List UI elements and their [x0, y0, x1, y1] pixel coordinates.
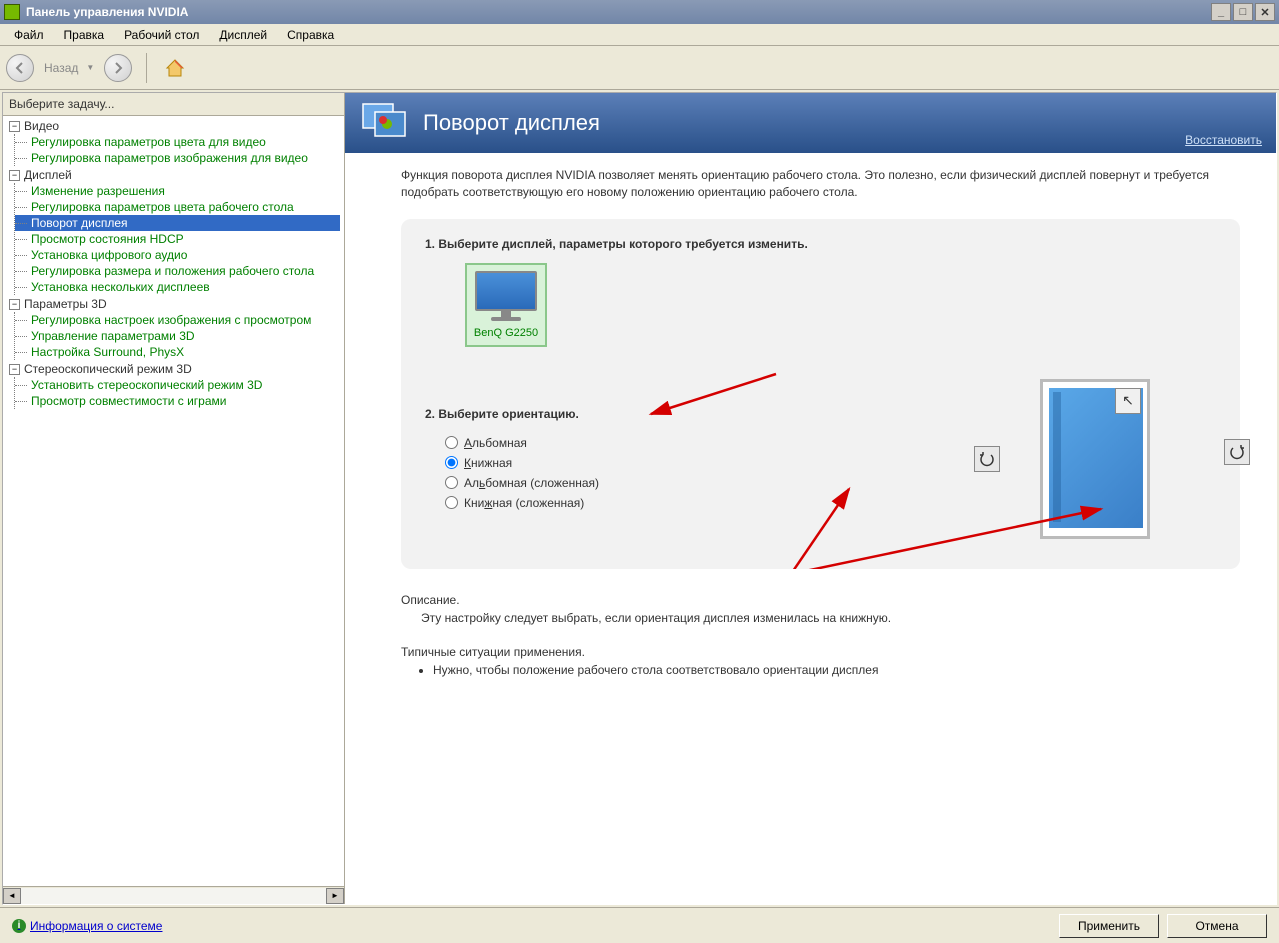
orientation-label: Альбомная — [464, 436, 527, 450]
window-title: Панель управления NVIDIA — [26, 5, 1211, 19]
tree-section-header[interactable]: −Стереоскопический режим 3D — [7, 361, 340, 377]
tree-section-title: Видео — [24, 119, 59, 133]
tree-collapse-icon[interactable]: − — [9, 170, 20, 181]
menu-edit[interactable]: Правка — [54, 25, 115, 45]
tree-item[interactable]: Установка нескольких дисплеев — [15, 279, 340, 295]
home-button[interactable] — [161, 54, 189, 82]
page-header: Поворот дисплея Восстановить — [345, 93, 1276, 153]
tree-section-header[interactable]: −Дисплей — [7, 167, 340, 183]
page-title: Поворот дисплея — [423, 110, 600, 136]
minimize-button[interactable]: _ — [1211, 3, 1231, 21]
tree-item[interactable]: Просмотр состояния HDCP — [15, 231, 340, 247]
toolbar-separator — [146, 53, 147, 83]
orientation-radio[interactable] — [445, 456, 458, 469]
tree-section-title: Стереоскопический режим 3D — [24, 362, 192, 376]
tree-section-title: Дисплей — [24, 168, 72, 182]
rotate-ccw-icon — [979, 451, 995, 467]
description-heading: Описание. — [401, 593, 1240, 607]
menu-help[interactable]: Справка — [277, 25, 344, 45]
page-body: Функция поворота дисплея NVIDIA позволяе… — [345, 153, 1276, 904]
tree-item[interactable]: Регулировка параметров изображения для в… — [15, 150, 340, 166]
sidebar-header: Выберите задачу... — [3, 93, 344, 116]
tree-section-title: Параметры 3D — [24, 297, 107, 311]
orientation-label: Книжная (сложенная) — [464, 496, 584, 510]
rotate-display-header-icon — [361, 102, 409, 144]
typical-item: Нужно, чтобы положение рабочего стола со… — [433, 663, 1240, 677]
tree-item[interactable]: Просмотр совместимости с играми — [15, 393, 340, 409]
task-tree[interactable]: −ВидеоРегулировка параметров цвета для в… — [3, 116, 344, 886]
back-button[interactable] — [6, 54, 34, 82]
tree-item[interactable]: Поворот дисплея — [15, 215, 340, 231]
arrow-right-icon — [112, 62, 124, 74]
tree-collapse-icon[interactable]: − — [9, 121, 20, 132]
orientation-radio[interactable] — [445, 476, 458, 489]
tree-item[interactable]: Установка цифрового аудио — [15, 247, 340, 263]
cancel-button[interactable]: Отмена — [1167, 914, 1267, 938]
display-selector[interactable]: BenQ G2250 — [465, 263, 547, 347]
step1-label: 1. Выберите дисплей, параметры которого … — [425, 237, 1216, 251]
arrow-left-icon — [14, 62, 26, 74]
tree-item[interactable]: Регулировка размера и положения рабочего… — [15, 263, 340, 279]
rotate-cw-button[interactable] — [1224, 439, 1250, 465]
settings-panel: 1. Выберите дисплей, параметры которого … — [401, 219, 1240, 569]
back-dropdown-icon[interactable]: ▼ — [86, 63, 94, 72]
preview-monitor: ↖ — [1040, 379, 1150, 539]
main-panel: Поворот дисплея Восстановить Функция пов… — [345, 93, 1276, 904]
menubar: Файл Правка Рабочий стол Дисплей Справка — [0, 24, 1279, 46]
intro-text: Функция поворота дисплея NVIDIA позволяе… — [401, 167, 1240, 201]
scroll-right-button[interactable]: ► — [326, 888, 344, 904]
tree-collapse-icon[interactable]: − — [9, 364, 20, 375]
restore-defaults-link[interactable]: Восстановить — [1185, 133, 1262, 147]
display-name-label: BenQ G2250 — [473, 327, 539, 339]
close-button[interactable]: ✕ — [1255, 3, 1275, 21]
description-text: Эту настройку следует выбрать, если орие… — [421, 611, 1240, 625]
orientation-radio[interactable] — [445, 436, 458, 449]
tree-item[interactable]: Управление параметрами 3D — [15, 328, 340, 344]
task-sidebar: Выберите задачу... −ВидеоРегулировка пар… — [3, 93, 345, 904]
scroll-left-button[interactable]: ◄ — [3, 888, 21, 904]
system-info-link[interactable]: i Информация о системе — [12, 919, 162, 933]
tree-item[interactable]: Регулировка настроек изображения с просм… — [15, 312, 340, 328]
menu-display[interactable]: Дисплей — [209, 25, 277, 45]
orientation-label: Альбомная (сложенная) — [464, 476, 599, 490]
tree-collapse-icon[interactable]: − — [9, 299, 20, 310]
monitor-icon — [473, 271, 539, 323]
tree-item[interactable]: Установить стереоскопический режим 3D — [15, 377, 340, 393]
footer-bar: i Информация о системе Применить Отмена — [0, 907, 1279, 943]
typical-usage-list: Нужно, чтобы положение рабочего стола со… — [421, 663, 1240, 677]
tree-section-header[interactable]: −Видео — [7, 118, 340, 134]
rotate-indicator-icon: ↖ — [1115, 388, 1141, 414]
tree-item[interactable]: Изменение разрешения — [15, 183, 340, 199]
system-info-label: Информация о системе — [30, 919, 162, 933]
nvidia-app-icon — [4, 4, 20, 20]
forward-button[interactable] — [104, 54, 132, 82]
info-icon: i — [12, 919, 26, 933]
tree-item[interactable]: Регулировка параметров цвета для видео — [15, 134, 340, 150]
rotation-preview: ↖ — [974, 379, 1150, 539]
tree-item[interactable]: Настройка Surround, PhysX — [15, 344, 340, 360]
rotate-cw-icon — [1229, 444, 1245, 460]
orientation-label: Книжная — [464, 456, 512, 470]
sidebar-horizontal-scrollbar[interactable]: ◄ ► — [3, 886, 344, 904]
orientation-radio[interactable] — [445, 496, 458, 509]
typical-heading: Типичные ситуации применения. — [401, 645, 1240, 659]
menu-desktop[interactable]: Рабочий стол — [114, 25, 209, 45]
nav-toolbar: Назад ▼ — [0, 46, 1279, 90]
scroll-track[interactable] — [21, 888, 326, 904]
back-label: Назад — [44, 61, 78, 75]
home-icon — [163, 56, 187, 80]
window-titlebar: Панель управления NVIDIA _ □ ✕ — [0, 0, 1279, 24]
tree-section-header[interactable]: −Параметры 3D — [7, 296, 340, 312]
maximize-button[interactable]: □ — [1233, 3, 1253, 21]
tree-item[interactable]: Регулировка параметров цвета рабочего ст… — [15, 199, 340, 215]
menu-file[interactable]: Файл — [4, 25, 54, 45]
rotate-ccw-button[interactable] — [974, 446, 1000, 472]
apply-button[interactable]: Применить — [1059, 914, 1159, 938]
